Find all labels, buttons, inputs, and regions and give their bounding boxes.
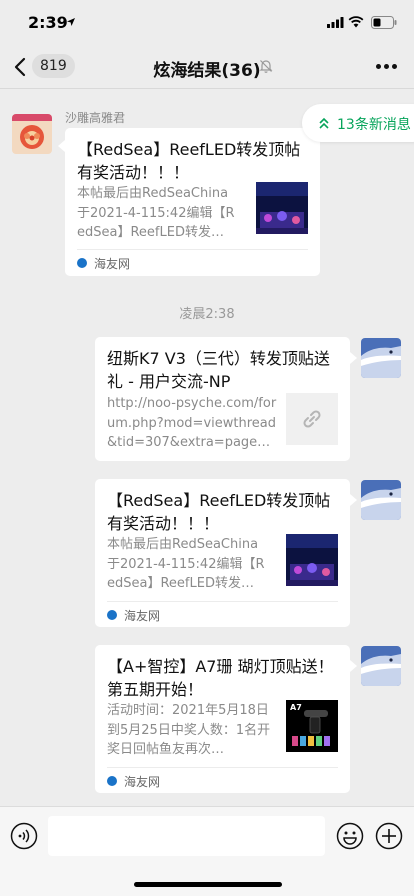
voice-icon[interactable] [10,822,38,850]
more-dots-icon[interactable] [376,64,398,70]
card-title: 【RedSea】ReefLED转发顶帖有奖活动！！！ [77,140,301,182]
status-time: 2:39 [28,13,68,32]
bubble-tail [350,494,357,506]
card-title: 纽斯K7 V3（三代）转发顶贴送礼 - 用户交流-NP [107,349,330,391]
location-arrow-icon [67,18,75,26]
link-card[interactable]: 纽斯K7 V3（三代）转发顶贴送礼 - 用户交流-NP http://noo-p… [95,337,350,461]
source-name: 海友网 [94,257,131,271]
card-source: 海友网 [107,767,338,791]
card-description: http://noo-psyche.com/forum.php?mod=view… [107,396,277,450]
card-thumbnail [286,534,338,586]
link-card[interactable]: 【RedSea】ReefLED转发顶帖有奖活动！！！ 本帖最后由RedSeaCh… [95,479,350,627]
card-title: 【A+智控】A7珊 瑚灯顶贴送！第五期开始！ [107,657,334,699]
card-description: 本帖最后由RedSeaChina 于2021-4-115:42编辑【RedSea… [77,186,235,240]
self-avatar[interactable] [361,646,401,686]
timestamp: 凌晨2:38 [179,307,235,322]
link-card[interactable]: 【A+智控】A7珊 瑚灯顶贴送！第五期开始！ 活动时间：2021年5月18日到5… [95,645,350,793]
self-avatar[interactable] [361,480,401,520]
card-source: 海友网 [77,249,308,273]
chat-area[interactable]: 沙雕高雅君 【RedSea】ReefLED转发顶帖有奖活动！！！ 本帖最后由Re… [0,90,414,806]
new-messages-button[interactable]: 13条新消息 [302,104,414,142]
card-thumbnail: A7 [286,700,338,752]
self-avatar[interactable] [361,338,401,378]
card-title: 【RedSea】ReefLED转发顶帖有奖活动！！！ [107,491,331,533]
plus-icon[interactable] [375,822,403,850]
emoji-icon[interactable] [336,822,364,850]
double-chevron-up-icon [319,117,329,129]
new-messages-label: 13条新消息 [337,117,411,133]
bubble-tail [350,660,357,672]
status-bar: 2:39 [0,0,414,44]
bubble-tail [350,352,357,364]
battery-icon [371,16,397,29]
mute-bell-icon [259,60,273,73]
card-description: 活动时间：2021年5月18日到5月25日中奖人数：1名开奖日回帖鱼友再次… [107,703,271,757]
source-name: 海友网 [124,775,161,789]
bubble-tail [58,140,65,152]
sender-name: 沙雕高雅君 [65,111,126,125]
source-name: 海友网 [124,609,161,623]
source-icon [107,610,117,620]
home-indicator [134,882,282,887]
signal-icon [327,17,344,28]
card-description: 本帖最后由RedSeaChina 于2021-4-115:42编辑【RedSea… [107,537,265,591]
message-input[interactable] [48,816,325,856]
source-icon [107,776,117,786]
card-source: 海友网 [107,601,338,625]
link-icon [303,410,321,428]
card-thumbnail [256,182,308,234]
source-icon [77,258,87,268]
wifi-icon [348,16,364,28]
nav-bar: 819 炫海结果(36) [0,44,414,89]
link-card[interactable]: 【RedSea】ReefLED转发顶帖有奖活动！！！ 本帖最后由RedSeaCh… [65,128,320,276]
chat-title: 炫海结果(36) [153,61,261,81]
card-thumbnail [286,393,338,445]
sender-avatar[interactable] [12,114,52,154]
